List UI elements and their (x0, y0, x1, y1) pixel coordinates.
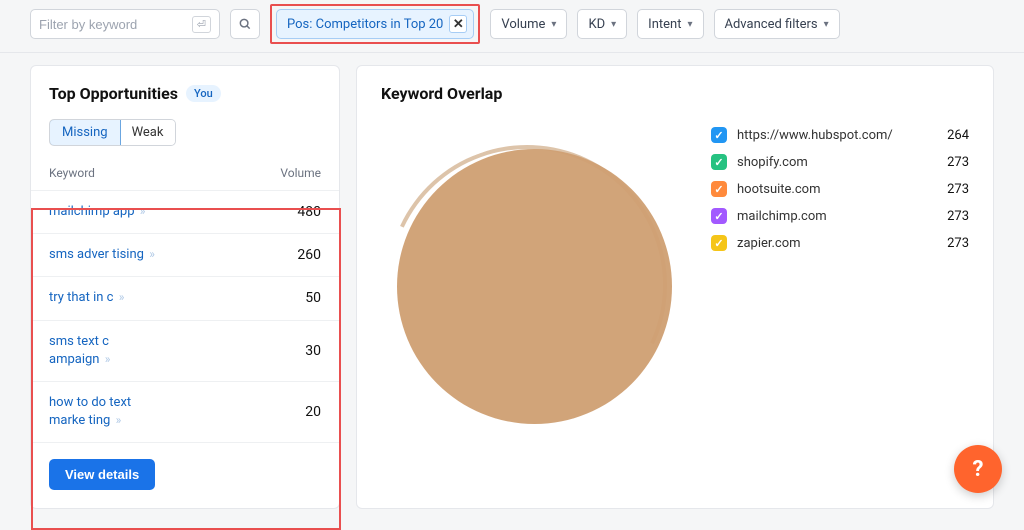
table-row: how to do text marke ting » 20 (31, 382, 339, 443)
search-icon (238, 17, 252, 31)
legend-checkbox[interactable]: ✓ (711, 154, 727, 170)
legend-checkbox[interactable]: ✓ (711, 235, 727, 251)
legend-label: hootsuite.com (737, 182, 919, 197)
table-row: sms adver tising » 260 (31, 234, 339, 277)
active-filter-highlight: Pos: Competitors in Top 20 ✕ (270, 4, 480, 44)
keyword-volume: 480 (297, 204, 321, 220)
keyword-volume: 30 (305, 343, 321, 359)
legend-value: 264 (929, 128, 969, 143)
chevron-right-icon: » (105, 352, 111, 366)
legend-label: mailchimp.com (737, 209, 919, 224)
keyword-overlap-title: Keyword Overlap (381, 84, 969, 103)
table-row: try that in c » 50 (31, 277, 339, 320)
top-opportunities-title: Top Opportunities (49, 84, 178, 103)
kd-filter-label: KD (588, 17, 605, 32)
keyboard-shortcut-icon: ⏎ (192, 16, 211, 33)
legend-label: https://www.hubspot.com/ (737, 128, 919, 143)
keyword-volume: 260 (297, 247, 321, 263)
legend-item[interactable]: ✓ https://www.hubspot.com/264 (711, 127, 969, 143)
search-button[interactable] (230, 9, 260, 39)
keyword-link[interactable]: mailchimp app » (49, 203, 145, 221)
legend-label: shopify.com (737, 155, 919, 170)
opportunity-table-header: Keyword Volume (31, 156, 339, 191)
keyword-link[interactable]: how to do text marke ting » (49, 394, 159, 430)
legend-item[interactable]: ✓ zapier.com 273 (711, 235, 969, 251)
intent-filter-label: Intent (648, 17, 681, 32)
chevron-down-icon: ▾ (611, 19, 616, 30)
overlap-body: ✓ https://www.hubspot.com/264 ✓ shopify.com… (381, 127, 969, 447)
legend-item[interactable]: ✓ mailchimp.com 273 (711, 208, 969, 224)
tab-weak[interactable]: Weak (120, 120, 176, 145)
chevron-right-icon: » (116, 413, 122, 427)
advanced-filters-button[interactable]: Advanced filters ▾ (714, 9, 840, 39)
legend-checkbox[interactable]: ✓ (711, 208, 727, 224)
help-button[interactable]: ? (954, 445, 1002, 493)
legend-value: 273 (929, 209, 969, 224)
keyword-volume: 20 (305, 404, 321, 420)
legend-item[interactable]: ✓ hootsuite.com 273 (711, 181, 969, 197)
keyword-link[interactable]: sms text c ampaign » (49, 333, 159, 369)
keyword-filter-input[interactable] (39, 17, 188, 32)
you-badge: You (186, 85, 221, 102)
keyword-overlap-card: Keyword Overlap ✓ https://www.hubspot.com… (356, 65, 994, 509)
overlap-legend: ✓ https://www.hubspot.com/264 ✓ shopify.com… (711, 127, 969, 447)
volume-filter-label: Volume (501, 17, 545, 32)
venn-diagram[interactable] (381, 127, 681, 447)
legend-label: zapier.com (737, 236, 919, 251)
intent-filter-button[interactable]: Intent ▾ (637, 9, 703, 39)
advanced-filters-label: Advanced filters (725, 17, 818, 32)
legend-item[interactable]: ✓ shopify.com 273 (711, 154, 969, 170)
close-icon: ✕ (453, 17, 464, 32)
filter-toolbar: ⏎ Pos: Competitors in Top 20 ✕ Volume ▾ … (0, 0, 1024, 53)
legend-value: 273 (929, 155, 969, 170)
main-content: Top Opportunities You Missing Weak Keywo… (0, 53, 1024, 521)
opportunity-tabs: Missing Weak (49, 119, 176, 146)
legend-value: 273 (929, 236, 969, 251)
chevron-right-icon: » (140, 204, 146, 218)
kd-filter-button[interactable]: KD ▾ (577, 9, 627, 39)
legend-value: 273 (929, 182, 969, 197)
venn-circle (397, 149, 672, 424)
table-row: sms text c ampaign » 30 (31, 321, 339, 382)
chevron-down-icon: ▾ (551, 19, 556, 30)
col-keyword: Keyword (49, 166, 95, 180)
position-filter-chip[interactable]: Pos: Competitors in Top 20 ✕ (276, 9, 474, 39)
top-opportunities-card: Top Opportunities You Missing Weak Keywo… (30, 65, 340, 509)
chevron-right-icon: » (149, 247, 155, 261)
chevron-down-icon: ▾ (824, 19, 829, 30)
chevron-right-icon: » (119, 290, 125, 304)
help-icon: ? (973, 457, 984, 482)
chevron-down-icon: ▾ (687, 19, 692, 30)
keyword-link[interactable]: sms adver tising » (49, 246, 155, 264)
keyword-volume: 50 (305, 290, 321, 306)
top-opportunities-header: Top Opportunities You (31, 84, 339, 103)
volume-filter-button[interactable]: Volume ▾ (490, 9, 567, 39)
view-details-button[interactable]: View details (49, 459, 155, 490)
keyword-link[interactable]: try that in c » (49, 289, 124, 307)
col-volume: Volume (280, 166, 321, 180)
position-filter-label: Pos: Competitors in Top 20 (287, 17, 443, 32)
legend-checkbox[interactable]: ✓ (711, 181, 727, 197)
tab-missing[interactable]: Missing (49, 119, 121, 146)
legend-checkbox[interactable]: ✓ (711, 127, 727, 143)
remove-filter-button[interactable]: ✕ (449, 15, 467, 33)
keyword-filter-wrap[interactable]: ⏎ (30, 9, 220, 39)
table-row: mailchimp app » 480 (31, 191, 339, 234)
